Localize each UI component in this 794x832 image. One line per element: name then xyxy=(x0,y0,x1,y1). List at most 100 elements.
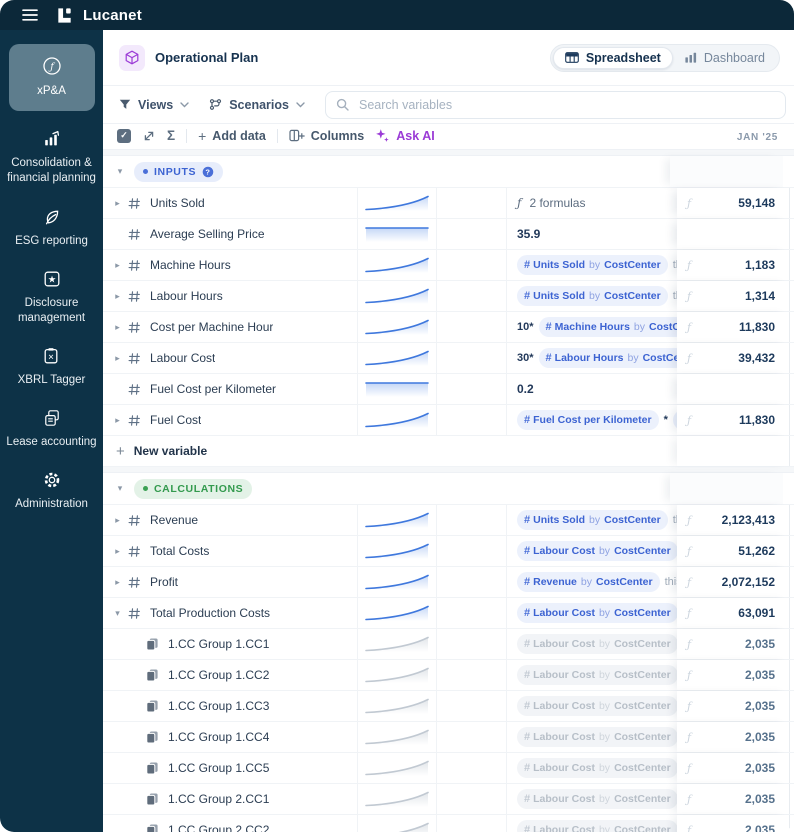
table-row[interactable]: 1.CC Group 1.CC5 # Labour Cost by CostCenter… xyxy=(103,753,794,784)
value-cell[interactable]: ƒ 59,148 xyxy=(677,188,790,218)
value-cell[interactable]: ƒ 2,035 xyxy=(677,660,790,690)
add-data-button[interactable]: + Add data xyxy=(198,129,266,143)
blank-cell[interactable] xyxy=(437,722,507,752)
value-cell[interactable]: ƒ 39,432 xyxy=(677,343,790,373)
ask-ai-button[interactable]: Ask AI xyxy=(375,128,435,143)
hamburger-menu-icon[interactable] xyxy=(22,9,38,21)
formula-cell[interactable]: 35.9 xyxy=(507,219,677,249)
row-name-cell[interactable]: ▸ Fuel Cost xyxy=(103,405,358,435)
value-cell[interactable]: ƒ 2,035 xyxy=(677,722,790,752)
row-name-cell[interactable]: ▾ Total Production Costs xyxy=(103,598,358,628)
chevron-right-icon[interactable]: ▸ xyxy=(111,198,124,209)
row-name-cell[interactable]: Average Selling Price xyxy=(103,219,358,249)
table-row[interactable]: 1.CC Group 1.CC1 # Labour Cost by CostCenter… xyxy=(103,629,794,660)
table-row[interactable]: ▸ Profit #RevenuebyCostCenter this r ƒ 2,072,… xyxy=(103,567,794,598)
select-all-icon[interactable]: ✓ xyxy=(117,128,131,143)
table-row[interactable]: ▸ Cost per Machine Hour 10* # Machine Hours b… xyxy=(103,312,794,343)
variable-chip[interactable]: # Labour Cost by CostCenter xyxy=(517,727,677,747)
row-name-cell[interactable]: ▸ Labour Cost xyxy=(103,343,358,373)
blank-cell[interactable] xyxy=(437,691,507,721)
blank-cell[interactable] xyxy=(437,505,507,535)
formula-cell[interactable]: #Labour CostbyCostCentert xyxy=(507,629,677,659)
formula-cell[interactable]: #Labour CostbyCostCentert xyxy=(507,691,677,721)
table-row[interactable]: ▸ Units Sold ƒ 2 formulas ƒ 59,148 xyxy=(103,188,794,219)
chevron-right-icon[interactable]: ▸ xyxy=(111,546,124,557)
row-name-cell[interactable]: ▸ Revenue xyxy=(103,505,358,535)
chevron-right-icon[interactable]: ▸ xyxy=(111,322,124,333)
row-name-cell[interactable]: ▸ Cost per Machine Hour xyxy=(103,312,358,342)
variable-chip[interactable]: # Labour Cost by CostCenter xyxy=(517,665,677,685)
value-cell[interactable]: ƒ 2,035 xyxy=(677,784,790,814)
value-cell[interactable]: ƒ 2,072,152 xyxy=(677,567,790,597)
chevron-down-icon[interactable]: ▾ xyxy=(113,166,127,177)
chevron-down-icon[interactable]: ▾ xyxy=(111,608,124,619)
sidebar-item-esg[interactable]: ESG reporting xyxy=(10,206,93,249)
table-row[interactable]: Average Selling Price 35.9 xyxy=(103,219,794,250)
blank-cell[interactable] xyxy=(437,753,507,783)
sidebar-item-xbrl[interactable]: ✕ XBRL Tagger xyxy=(13,345,91,388)
help-icon[interactable]: ? xyxy=(202,166,214,178)
blank-cell[interactable] xyxy=(437,374,507,404)
table-row[interactable]: 1.CC Group 1.CC4 # Labour Cost by CostCenter… xyxy=(103,722,794,753)
variable-chip[interactable]: # Labour Cost by CostCenter xyxy=(517,696,677,716)
chevron-right-icon[interactable]: ▸ xyxy=(111,353,124,364)
table-row[interactable]: 1.CC Group 2.CC2 # Labour Cost by CostCenter… xyxy=(103,815,794,832)
table-row[interactable]: 1.CC Group 2.CC1 # Labour Cost by CostCenter… xyxy=(103,784,794,815)
value-cell[interactable]: ƒ 63,091 xyxy=(677,598,790,628)
variable-chip[interactable]: # Labour Cost by CostCenter xyxy=(517,789,677,809)
tab-spreadsheet[interactable]: Spreadsheet xyxy=(552,46,673,69)
formula-cell[interactable]: #Units SoldbyCostCenterthis xyxy=(507,250,677,280)
table-row[interactable]: ▸ Machine Hours #Units SoldbyCostCenterthi… xyxy=(103,250,794,281)
blank-cell[interactable] xyxy=(437,567,507,597)
chevron-right-icon[interactable]: ▸ xyxy=(111,577,124,588)
formula-cell[interactable]: #Labour CostbyCostCentert xyxy=(507,722,677,752)
formula-cell[interactable]: #Labour CostbyCostCentert xyxy=(507,784,677,814)
brand-logo[interactable]: Lucanet xyxy=(55,6,142,25)
table-row[interactable]: Fuel Cost per Kilometer 0.2 xyxy=(103,374,794,405)
blank-cell[interactable] xyxy=(437,660,507,690)
formula-cell[interactable]: #Labour CostbyCostCentert xyxy=(507,815,677,832)
formula-cell[interactable]: #Labour CostbyCostCentert xyxy=(507,753,677,783)
blank-cell[interactable] xyxy=(437,343,507,373)
value-cell[interactable] xyxy=(677,374,790,404)
table-row[interactable]: ▾ Total Production Costs # Labour Cost by Cos… xyxy=(103,598,794,629)
row-name-cell[interactable]: 1.CC Group 1.CC2 xyxy=(103,660,358,690)
value-cell[interactable]: ƒ 2,035 xyxy=(677,691,790,721)
formula-cell[interactable]: #Labour CostbyCostCentert xyxy=(507,660,677,690)
table-row[interactable]: ▸ Fuel Cost #Fuel Cost per Kilometer * # ƒ 11,… xyxy=(103,405,794,436)
blank-cell[interactable] xyxy=(437,250,507,280)
row-name-cell[interactable]: 1.CC Group 2.CC1 xyxy=(103,784,358,814)
table-row[interactable]: 1.CC Group 1.CC2 # Labour Cost by CostCenter… xyxy=(103,660,794,691)
value-cell[interactable]: ƒ 51,262 xyxy=(677,536,790,566)
formula-cell[interactable]: #Labour CostbyCostCentert xyxy=(507,536,677,566)
row-name-cell[interactable]: 1.CC Group 2.CC2 xyxy=(103,815,358,832)
row-name-cell[interactable]: 1.CC Group 1.CC5 xyxy=(103,753,358,783)
formula-cell[interactable]: #Fuel Cost per Kilometer * # xyxy=(507,405,677,435)
sidebar-item-admin[interactable]: Administration xyxy=(10,469,93,512)
variable-chip[interactable]: #Machine HoursbyCostCenter xyxy=(538,317,677,337)
table-row[interactable]: ▸ Revenue #Units SoldbyCostCenterthis ƒ 2,12… xyxy=(103,505,794,536)
value-cell[interactable]: ƒ 2,035 xyxy=(677,753,790,783)
chevron-down-icon[interactable]: ▾ xyxy=(113,483,127,494)
variable-chip[interactable]: #Labour HoursbyCostCenter xyxy=(538,348,677,368)
value-cell[interactable]: ƒ 11,830 xyxy=(677,405,790,435)
formula-cell[interactable]: 10* #Machine HoursbyCostCenter xyxy=(507,312,677,342)
value-cell[interactable]: ƒ 1,183 xyxy=(677,250,790,280)
value-cell[interactable]: ƒ 11,830 xyxy=(677,312,790,342)
formula-cell[interactable]: #RevenuebyCostCenter this r xyxy=(507,567,677,597)
chevron-right-icon[interactable]: ▸ xyxy=(111,291,124,302)
blank-cell[interactable] xyxy=(437,784,507,814)
value-cell[interactable]: ƒ 2,035 xyxy=(677,629,790,659)
variable-chip[interactable]: # Labour Cost by CostCenter xyxy=(517,758,677,778)
blank-cell[interactable] xyxy=(437,629,507,659)
blank-cell[interactable] xyxy=(437,312,507,342)
blank-cell[interactable] xyxy=(437,188,507,218)
search-input[interactable] xyxy=(356,96,775,113)
tab-dashboard[interactable]: Dashboard xyxy=(673,47,777,69)
blank-cell[interactable] xyxy=(437,405,507,435)
blank-cell[interactable] xyxy=(437,815,507,832)
formula-cell[interactable]: #Labour CostbyCostCentert xyxy=(507,598,677,628)
sigma-icon[interactable]: Σ xyxy=(167,129,175,143)
value-cell[interactable] xyxy=(677,219,790,249)
column-header-jan25[interactable]: JAN '25 xyxy=(737,132,794,147)
